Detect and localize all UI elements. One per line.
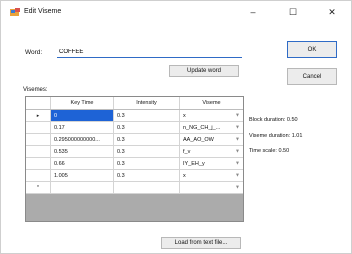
table-row[interactable]: 0.535 0.3 f_v ▼ [26,146,243,158]
update-word-button[interactable]: Update word [169,65,239,77]
window-title: Edit Viseme [24,8,62,15]
chevron-down-icon[interactable]: ▼ [234,160,241,167]
viseme-cell[interactable]: IY_EH_y ▼ [180,158,243,169]
viseme-cell[interactable]: n_NG_CH_j_... ▼ [180,122,243,133]
edit-viseme-window: Edit Viseme – ☐ ✕ Word: Update word OK C… [0,0,352,254]
table-row[interactable]: ▸ 0 0.3 x ▼ [26,110,243,122]
intensity-cell[interactable]: 0.3 [114,170,180,181]
key-time-cell[interactable] [51,182,114,193]
column-header-key-time[interactable]: Key Time [51,97,114,109]
table-row[interactable]: 0.66 0.3 IY_EH_y ▼ [26,158,243,170]
viseme-value: x [183,112,186,119]
key-time-cell[interactable]: 0.17 [51,122,114,133]
chevron-down-icon[interactable]: ▼ [234,136,241,143]
key-time-cell[interactable]: 0 [51,110,114,121]
key-time-cell[interactable]: 0.66 [51,158,114,169]
chevron-down-icon[interactable]: ▼ [234,112,241,119]
intensity-cell[interactable]: 0.3 [114,134,180,145]
app-icon [10,8,20,16]
chevron-down-icon[interactable]: ▼ [234,172,241,179]
load-from-text-file-button[interactable]: Load from text file... [161,237,241,249]
column-header-viseme[interactable]: Viseme [180,97,243,109]
row-selector[interactable] [26,158,51,169]
visemes-grid[interactable]: Key Time Intensity Viseme ▸ 0 0.3 x ▼ 0.1… [25,96,244,222]
cancel-button[interactable]: Cancel [287,68,337,85]
row-selector[interactable] [26,170,51,181]
intensity-cell[interactable] [114,182,180,193]
intensity-cell[interactable]: 0.3 [114,158,180,169]
row-selector[interactable] [26,146,51,157]
new-row[interactable]: * ▼ [26,182,243,194]
row-selector[interactable] [26,122,51,133]
row-header-corner [26,97,51,109]
table-row[interactable]: 0.295000000000... 0.3 AA_AO_OW ▼ [26,134,243,146]
intensity-cell[interactable]: 0.3 [114,110,180,121]
minimize-button[interactable]: – [233,1,273,23]
viseme-cell[interactable]: f_v ▼ [180,146,243,157]
intensity-cell[interactable]: 0.3 [114,146,180,157]
key-time-cell[interactable]: 0.295000000000... [51,134,114,145]
viseme-cell[interactable]: x ▼ [180,170,243,181]
key-time-cell[interactable]: 0.535 [51,146,114,157]
title-bar[interactable]: Edit Viseme – ☐ ✕ [1,1,351,23]
viseme-value: IY_EH_y [183,160,205,167]
row-selector[interactable] [26,134,51,145]
table-row[interactable]: 0.17 0.3 n_NG_CH_j_... ▼ [26,122,243,134]
viseme-cell[interactable]: x ▼ [180,110,243,121]
block-duration-text: Block duration: 0.50 [249,117,298,123]
word-input[interactable] [57,46,242,58]
key-time-cell[interactable]: 1.005 [51,170,114,181]
chevron-down-icon[interactable]: ▼ [234,148,241,155]
maximize-button[interactable]: ☐ [273,1,313,23]
chevron-down-icon[interactable]: ▼ [234,184,241,191]
intensity-cell[interactable]: 0.3 [114,122,180,133]
row-selector-icon[interactable]: ▸ [26,110,51,121]
column-header-intensity[interactable]: Intensity [114,97,180,109]
close-button[interactable]: ✕ [312,1,352,23]
table-row[interactable]: 1.005 0.3 x ▼ [26,170,243,182]
viseme-cell[interactable]: AA_AO_OW ▼ [180,134,243,145]
viseme-value: AA_AO_OW [183,136,214,143]
word-label: Word: [25,49,43,56]
viseme-value: n_NG_CH_j_... [183,124,221,131]
time-scale-text: Time scale: 0.50 [249,148,290,154]
grid-header-row: Key Time Intensity Viseme [26,97,243,110]
viseme-value: f_v [183,148,191,155]
viseme-value: x [183,172,186,179]
new-row-asterisk-icon[interactable]: * [26,182,51,193]
chevron-down-icon[interactable]: ▼ [234,124,241,131]
viseme-cell[interactable]: ▼ [180,182,243,193]
viseme-duration-text: Viseme duration: 1.01 [249,133,303,139]
visemes-label: Visemes: [23,87,48,93]
ok-button[interactable]: OK [287,41,337,58]
